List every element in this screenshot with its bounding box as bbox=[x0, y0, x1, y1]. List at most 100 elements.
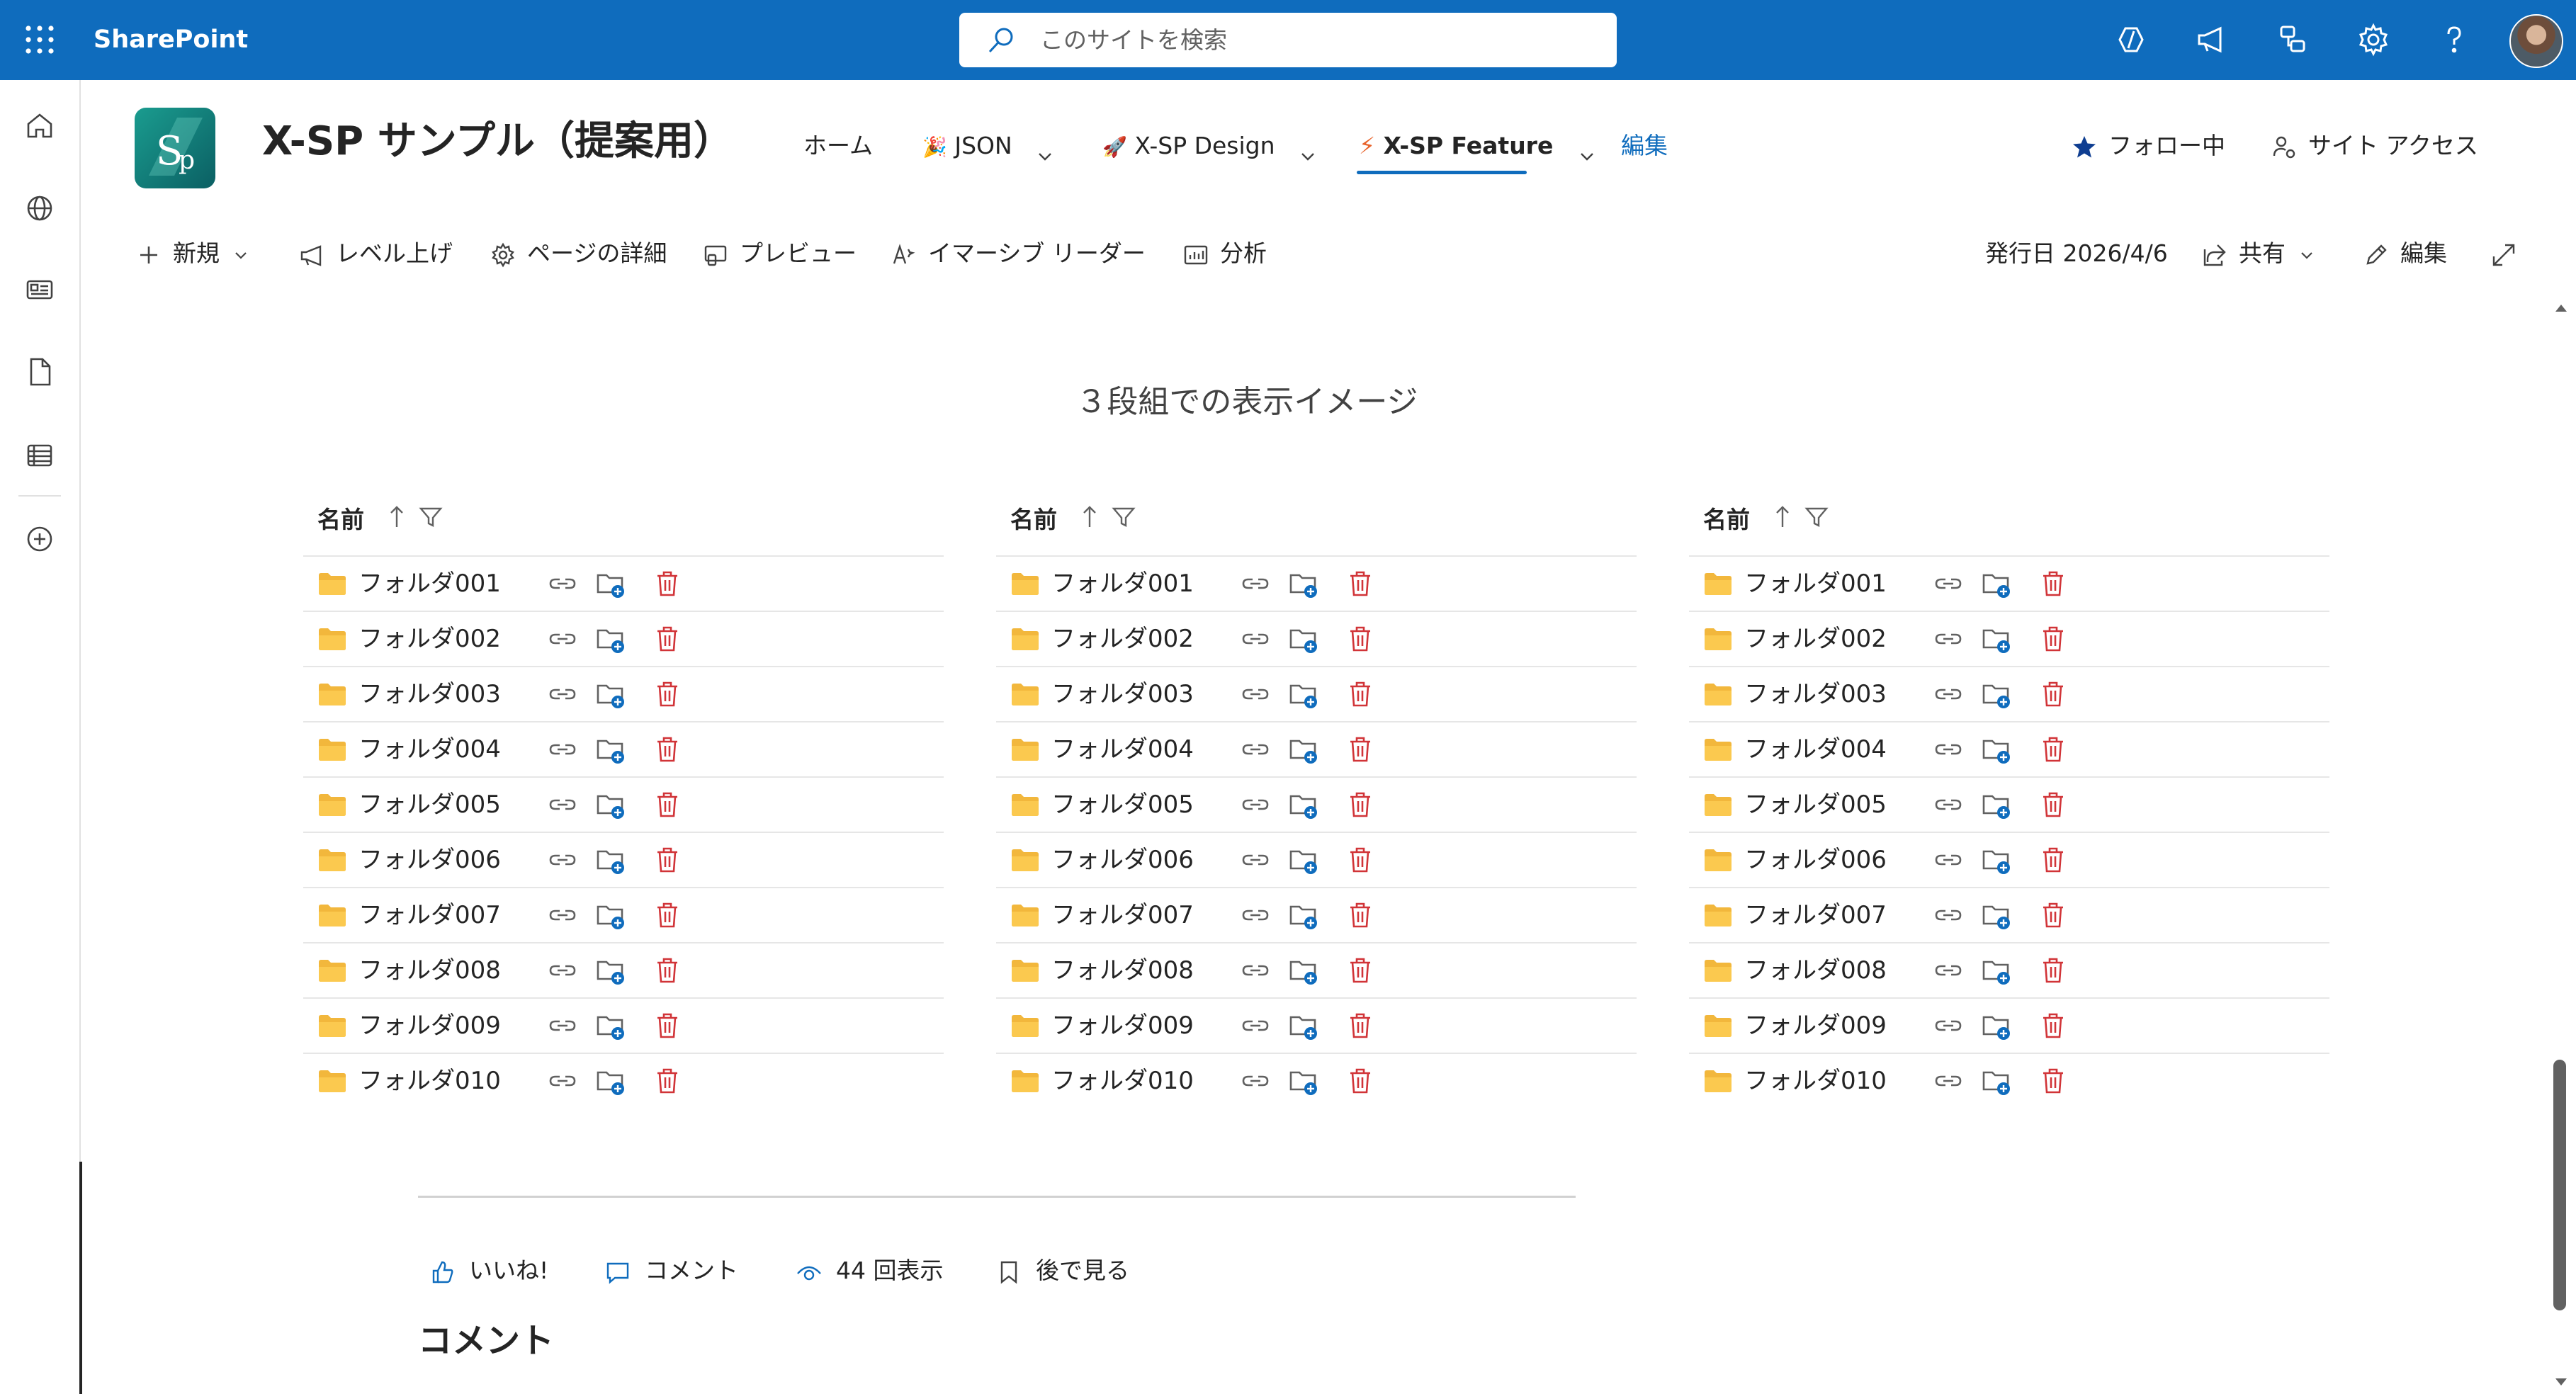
delete-icon[interactable] bbox=[1345, 568, 1376, 599]
list-item[interactable]: フォルダ002 bbox=[1689, 612, 2329, 667]
folder-name[interactable]: フォルダ010 bbox=[358, 1054, 501, 1108]
folder-name[interactable]: フォルダ003 bbox=[1744, 667, 1887, 721]
list-item[interactable]: フォルダ001 bbox=[996, 557, 1637, 612]
folder-name[interactable]: フォルダ006 bbox=[1051, 833, 1194, 887]
delete-icon[interactable] bbox=[652, 844, 683, 876]
list-icon[interactable] bbox=[21, 437, 58, 474]
list-item[interactable]: フォルダ004 bbox=[303, 722, 944, 778]
delete-icon[interactable] bbox=[1345, 900, 1376, 931]
folder-name[interactable]: フォルダ007 bbox=[358, 888, 501, 942]
folder-name[interactable]: フォルダ009 bbox=[1744, 999, 1887, 1053]
delete-icon[interactable] bbox=[1345, 679, 1376, 710]
list-item[interactable]: フォルダ002 bbox=[996, 612, 1637, 667]
link-icon[interactable] bbox=[1933, 734, 1964, 765]
follow-button[interactable]: フォロー中 bbox=[2070, 126, 2225, 166]
add-to-folder-icon[interactable] bbox=[1288, 789, 1319, 820]
site-access-button[interactable]: サイト アクセス bbox=[2270, 126, 2478, 166]
delete-icon[interactable] bbox=[1345, 844, 1376, 876]
home-icon[interactable] bbox=[21, 107, 58, 144]
add-to-folder-icon[interactable] bbox=[1981, 789, 2012, 820]
link-icon[interactable] bbox=[1240, 734, 1271, 765]
delete-icon[interactable] bbox=[2038, 1010, 2069, 1041]
list-item[interactable]: フォルダ001 bbox=[1689, 557, 2329, 612]
folder-name[interactable]: フォルダ004 bbox=[1744, 722, 1887, 776]
list-item[interactable]: フォルダ003 bbox=[996, 667, 1637, 722]
list-item[interactable]: フォルダ003 bbox=[1689, 667, 2329, 722]
link-icon[interactable] bbox=[547, 955, 578, 986]
preview-button[interactable]: プレビュー bbox=[701, 234, 857, 273]
nav-xsp-design[interactable]: 🚀 X-SP Design bbox=[1102, 125, 1318, 167]
folder-name[interactable]: フォルダ007 bbox=[1051, 888, 1194, 942]
edit-button[interactable]: 編集 bbox=[2362, 234, 2447, 273]
add-to-folder-icon[interactable] bbox=[1981, 623, 2012, 654]
delete-icon[interactable] bbox=[2038, 1065, 2069, 1096]
list-item[interactable]: フォルダ008 bbox=[996, 944, 1637, 999]
add-to-folder-icon[interactable] bbox=[1981, 1065, 2012, 1096]
add-to-folder-icon[interactable] bbox=[595, 1065, 626, 1096]
expand-button[interactable] bbox=[2490, 234, 2528, 273]
promote-button[interactable]: レベル上げ bbox=[298, 234, 453, 273]
link-icon[interactable] bbox=[1933, 1065, 1964, 1096]
folder-name[interactable]: フォルダ005 bbox=[1744, 778, 1887, 832]
megaphone-icon[interactable] bbox=[2192, 20, 2232, 60]
folder-name[interactable]: フォルダ008 bbox=[1051, 944, 1194, 997]
link-icon[interactable] bbox=[1240, 900, 1271, 931]
add-to-folder-icon[interactable] bbox=[1981, 955, 2012, 986]
folder-name[interactable]: フォルダ001 bbox=[358, 557, 501, 611]
file-icon[interactable] bbox=[21, 353, 58, 390]
folder-name[interactable]: フォルダ001 bbox=[1744, 557, 1887, 611]
folder-name[interactable]: フォルダ005 bbox=[358, 778, 501, 832]
add-to-folder-icon[interactable] bbox=[595, 955, 626, 986]
link-icon[interactable] bbox=[1240, 1065, 1271, 1096]
page-details-button[interactable]: ページの詳細 bbox=[489, 234, 667, 273]
link-icon[interactable] bbox=[547, 1065, 578, 1096]
list-item[interactable]: フォルダ005 bbox=[996, 778, 1637, 833]
list-item[interactable]: フォルダ009 bbox=[1689, 999, 2329, 1054]
delete-icon[interactable] bbox=[652, 623, 683, 654]
list-item[interactable]: フォルダ007 bbox=[996, 888, 1637, 944]
list-item[interactable]: フォルダ004 bbox=[996, 722, 1637, 778]
list-item[interactable]: フォルダ007 bbox=[1689, 888, 2329, 944]
scroll-up-arrow[interactable] bbox=[2553, 300, 2569, 316]
delete-icon[interactable] bbox=[652, 900, 683, 931]
folder-name[interactable]: フォルダ010 bbox=[1051, 1054, 1194, 1108]
folder-name[interactable]: フォルダ003 bbox=[358, 667, 501, 721]
add-to-folder-icon[interactable] bbox=[1981, 734, 2012, 765]
folder-name[interactable]: フォルダ007 bbox=[1744, 888, 1887, 942]
delete-icon[interactable] bbox=[2038, 568, 2069, 599]
delete-icon[interactable] bbox=[652, 679, 683, 710]
delete-icon[interactable] bbox=[652, 955, 683, 986]
add-to-folder-icon[interactable] bbox=[1288, 1010, 1319, 1041]
create-icon[interactable] bbox=[21, 521, 58, 557]
delete-icon[interactable] bbox=[2038, 844, 2069, 876]
list-item[interactable]: フォルダ003 bbox=[303, 667, 944, 722]
folder-name[interactable]: フォルダ002 bbox=[358, 612, 501, 666]
link-icon[interactable] bbox=[1240, 955, 1271, 986]
add-to-folder-icon[interactable] bbox=[1981, 1010, 2012, 1041]
list-item[interactable]: フォルダ005 bbox=[1689, 778, 2329, 833]
list-item[interactable]: フォルダ006 bbox=[303, 833, 944, 888]
sort-ascending-icon[interactable] bbox=[1075, 503, 1104, 531]
filter-icon[interactable] bbox=[1804, 504, 1829, 530]
link-icon[interactable] bbox=[547, 623, 578, 654]
link-icon[interactable] bbox=[1240, 844, 1271, 876]
link-icon[interactable] bbox=[547, 679, 578, 710]
link-icon[interactable] bbox=[547, 844, 578, 876]
list-item[interactable]: フォルダ010 bbox=[1689, 1054, 2329, 1108]
list-item[interactable]: フォルダ004 bbox=[1689, 722, 2329, 778]
folder-name[interactable]: フォルダ008 bbox=[358, 944, 501, 997]
folder-name[interactable]: フォルダ009 bbox=[358, 999, 501, 1053]
filter-icon[interactable] bbox=[418, 504, 444, 530]
add-to-folder-icon[interactable] bbox=[595, 844, 626, 876]
folder-name[interactable]: フォルダ010 bbox=[1744, 1054, 1887, 1108]
add-to-folder-icon[interactable] bbox=[1981, 844, 2012, 876]
globe-icon[interactable] bbox=[21, 190, 58, 227]
link-icon[interactable] bbox=[1240, 623, 1271, 654]
site-title[interactable]: X-SP サンプル（提案用） bbox=[262, 113, 733, 170]
link-icon[interactable] bbox=[1933, 844, 1964, 876]
add-to-folder-icon[interactable] bbox=[595, 789, 626, 820]
folder-name[interactable]: フォルダ001 bbox=[1051, 557, 1194, 611]
list-item[interactable]: フォルダ001 bbox=[303, 557, 944, 612]
link-icon[interactable] bbox=[1240, 679, 1271, 710]
list-item[interactable]: フォルダ008 bbox=[1689, 944, 2329, 999]
